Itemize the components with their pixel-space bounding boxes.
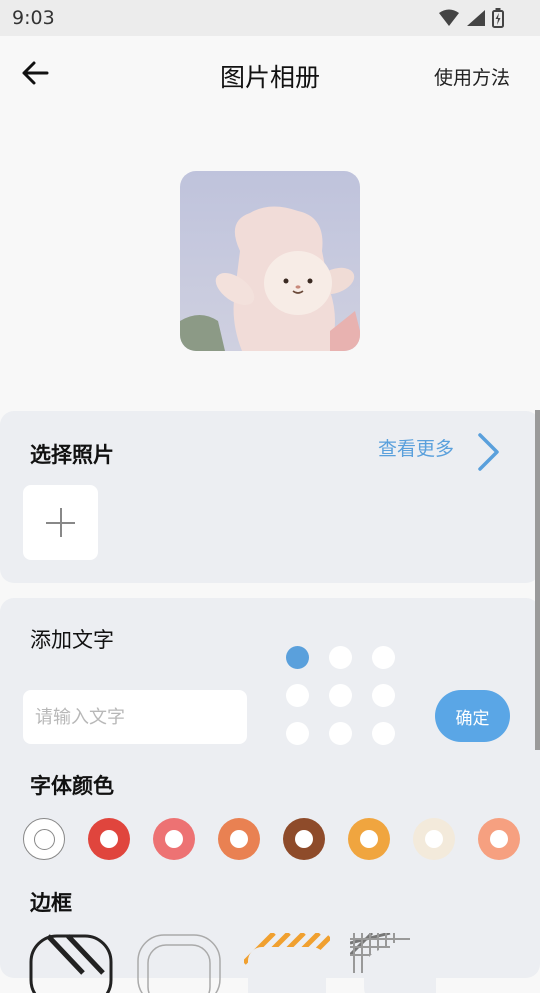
frame-plaid-icon xyxy=(350,933,436,993)
position-dot-bottom-right[interactable] xyxy=(372,722,395,745)
color-swatch-red[interactable] xyxy=(88,818,130,860)
status-bar: 9:03 xyxy=(0,0,540,36)
position-dot-top-left[interactable] xyxy=(286,646,309,669)
position-dot-bottom-center[interactable] xyxy=(329,722,352,745)
frame-option-black-stripe[interactable] xyxy=(28,933,114,993)
frame-orange-stripe-icon xyxy=(244,933,330,993)
frame-section-title: 边框 xyxy=(30,891,72,915)
photo-panel: 选择照片 查看更多 xyxy=(0,411,540,583)
position-dot-bottom-left[interactable] xyxy=(286,722,309,745)
add-photo-button[interactable] xyxy=(23,485,98,560)
help-link[interactable]: 使用方法 xyxy=(434,63,510,90)
color-swatch-pink[interactable] xyxy=(153,818,195,860)
frame-option-orange-stripe[interactable] xyxy=(244,933,330,993)
position-dot-top-right[interactable] xyxy=(372,646,395,669)
color-swatch-orange[interactable] xyxy=(218,818,260,860)
frame-option-plaid[interactable] xyxy=(350,933,436,993)
text-input[interactable] xyxy=(23,690,247,744)
confirm-button[interactable]: 确定 xyxy=(435,690,510,742)
position-dot-top-center[interactable] xyxy=(329,646,352,669)
top-nav: 图片相册 使用方法 xyxy=(0,36,540,112)
color-swatch-amber[interactable] xyxy=(348,818,390,860)
scrollbar[interactable] xyxy=(535,410,540,750)
wifi-icon xyxy=(439,9,459,26)
add-text-label: 添加文字 xyxy=(30,628,114,652)
color-swatch-brown[interactable] xyxy=(283,818,325,860)
frame-black-stripe-icon xyxy=(29,934,113,993)
position-dot-middle-left[interactable] xyxy=(286,684,309,707)
status-time: 9:03 xyxy=(12,7,55,29)
photo-section-title: 选择照片 xyxy=(30,443,114,467)
status-icons xyxy=(438,8,504,28)
font-color-title: 字体颜色 xyxy=(30,774,114,798)
view-more-link[interactable]: 查看更多 xyxy=(378,434,454,461)
color-swatch-cream[interactable] xyxy=(413,818,455,860)
preview-image xyxy=(180,171,360,351)
color-swatch-peach[interactable] xyxy=(478,818,520,860)
frame-option-outline[interactable] xyxy=(136,933,222,993)
chevron-right-icon xyxy=(478,433,499,471)
preview-photo-lamb-plush xyxy=(180,171,360,351)
position-dot-middle-right[interactable] xyxy=(372,684,395,707)
frame-outline-icon xyxy=(137,934,221,993)
view-more-button[interactable] xyxy=(476,431,502,477)
signal-icon xyxy=(467,10,485,26)
edit-panel: 添加文字 确定 字体颜色 边框 xyxy=(0,598,540,993)
position-dot-middle-center[interactable] xyxy=(329,684,352,707)
color-swatch-none[interactable] xyxy=(23,818,65,860)
battery-icon xyxy=(492,8,504,28)
